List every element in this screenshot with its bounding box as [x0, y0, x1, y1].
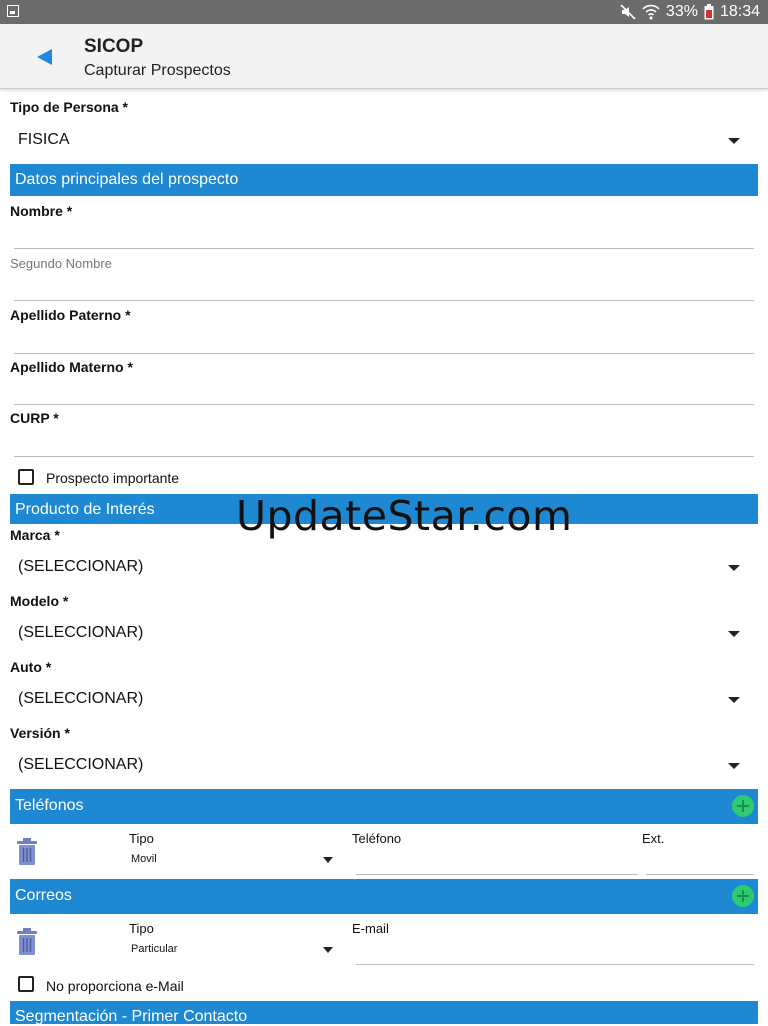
curp-input[interactable] [14, 434, 754, 457]
auto-value: (SELECCIONAR) [18, 690, 144, 707]
telefono-tipo-value: Movil [131, 853, 157, 865]
no-email-checkbox[interactable] [18, 976, 34, 992]
tipo-persona-value: FISICA [18, 131, 70, 148]
correo-tipo-label: Tipo [129, 921, 154, 936]
app-bar: SICOP Capturar Prospectos [0, 24, 768, 89]
apellido-materno-label: Apellido Materno * [10, 359, 133, 375]
version-select[interactable]: (SELECCIONAR) [10, 749, 758, 783]
section-segmentacion: Segmentación - Primer Contacto [10, 1001, 758, 1025]
tipo-persona-select[interactable]: FISICA [10, 124, 758, 158]
section-producto-label: Producto de Interés [15, 501, 155, 518]
no-email-label: No proporciona e-Mail [46, 978, 184, 994]
version-value: (SELECCIONAR) [18, 756, 144, 773]
segundo-nombre-input[interactable] [14, 278, 754, 301]
telefono-tipo-label: Tipo [129, 831, 154, 846]
prospecto-importante-label: Prospecto importante [46, 470, 180, 486]
section-telefonos-label: Teléfonos [15, 797, 84, 814]
dropdown-arrow-icon [728, 763, 740, 769]
add-correo-button[interactable] [732, 885, 754, 907]
status-bar: 33% 18:34 [0, 0, 768, 24]
dropdown-arrow-icon [728, 138, 740, 144]
battery-percent: 33% [665, 3, 698, 20]
section-telefonos: Teléfonos [10, 789, 758, 824]
nombre-input[interactable] [14, 226, 754, 249]
correo-tipo-value: Particular [131, 943, 178, 955]
nombre-label: Nombre * [10, 203, 73, 219]
screenshot-notification-icon [7, 5, 19, 17]
dropdown-arrow-icon [728, 631, 740, 637]
marca-select[interactable]: (SELECCIONAR) [10, 551, 758, 585]
app-title: SICOP [84, 36, 144, 57]
prospecto-importante-checkbox[interactable] [18, 469, 34, 485]
section-datos-principales: Datos principales del prospecto [10, 164, 758, 196]
apellido-paterno-input[interactable] [14, 331, 754, 354]
auto-label: Auto * [10, 659, 52, 675]
section-producto-interes: Producto de Interés [10, 494, 758, 524]
telefono-tipo-select[interactable]: Movil [131, 853, 333, 867]
correo-tipo-select[interactable]: Particular [131, 943, 333, 957]
modelo-label: Modelo * [10, 593, 69, 609]
tipo-persona-label: Tipo de Persona * [10, 99, 128, 115]
modelo-select[interactable]: (SELECCIONAR) [10, 617, 758, 651]
clock: 18:34 [719, 3, 760, 20]
telefono-input[interactable] [356, 856, 638, 875]
dropdown-arrow-icon [323, 857, 333, 863]
section-correos-label: Correos [15, 887, 72, 904]
curp-label: CURP * [10, 410, 59, 426]
marca-value: (SELECCIONAR) [18, 558, 144, 575]
email-input[interactable] [356, 946, 754, 965]
ext-label: Ext. [642, 831, 665, 846]
mute-icon [620, 4, 636, 20]
trash-icon[interactable] [16, 928, 38, 956]
telefono-label: Teléfono [352, 831, 402, 846]
apellido-paterno-label: Apellido Paterno * [10, 307, 131, 323]
marca-label: Marca * [10, 527, 60, 543]
back-arrow-icon[interactable] [34, 46, 56, 68]
apellido-materno-input[interactable] [14, 382, 754, 405]
auto-select[interactable]: (SELECCIONAR) [10, 683, 758, 717]
segundo-nombre-label: Segundo Nombre [10, 256, 112, 271]
add-telefono-button[interactable] [732, 795, 754, 817]
trash-icon[interactable] [16, 838, 38, 866]
version-label: Versión * [10, 725, 70, 741]
section-segmentacion-label: Segmentación - Primer Contacto [15, 1008, 248, 1025]
dropdown-arrow-icon [728, 697, 740, 703]
app-subtitle: Capturar Prospectos [84, 62, 231, 79]
section-correos: Correos [10, 879, 758, 914]
dropdown-arrow-icon [728, 565, 740, 571]
battery-icon [704, 4, 714, 20]
wifi-icon [642, 4, 660, 20]
ext-input[interactable] [646, 856, 754, 875]
dropdown-arrow-icon [323, 947, 333, 953]
modelo-value: (SELECCIONAR) [18, 624, 144, 641]
email-label: E-mail [352, 921, 389, 936]
section-datos-label: Datos principales del prospecto [15, 171, 239, 188]
